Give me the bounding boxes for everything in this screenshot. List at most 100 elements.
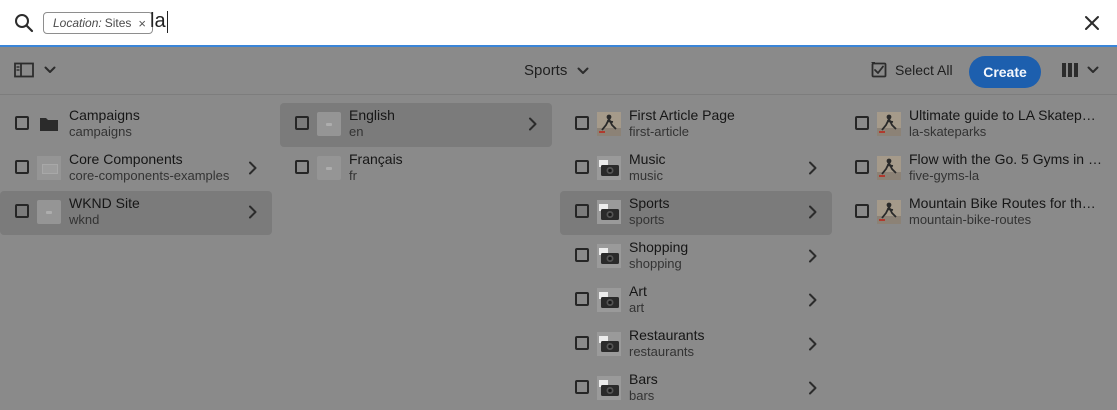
item-title: English	[349, 107, 395, 123]
column-item-bars[interactable]: Bars bars	[560, 367, 832, 410]
column-item-english[interactable]: English en	[280, 103, 552, 147]
create-button[interactable]: Create	[969, 56, 1041, 88]
item-name: campaigns	[69, 124, 132, 139]
item-title: Art	[629, 283, 647, 299]
column-item-five-gyms-la[interactable]: Flow with the Go. 5 Gyms in LA. five-gym…	[840, 147, 1112, 191]
page-thumbnail	[37, 200, 61, 224]
select-all-icon	[871, 62, 887, 78]
item-title: Restaurants	[629, 327, 705, 343]
item-checkbox[interactable]	[575, 116, 589, 130]
chevron-down-icon	[44, 66, 56, 73]
item-checkbox[interactable]	[575, 248, 589, 262]
camera-thumbnail	[597, 156, 621, 180]
column-1: Campaigns campaigns Core Components core…	[0, 103, 272, 235]
item-checkbox[interactable]	[855, 160, 869, 174]
item-checkbox[interactable]	[15, 204, 29, 218]
item-name: fr	[349, 168, 357, 183]
camera-thumbnail	[597, 376, 621, 400]
column-item-mountain-bike-routes[interactable]: Mountain Bike Routes for the ... mountai…	[840, 191, 1112, 235]
camera-thumbnail	[597, 288, 621, 312]
item-title: Core Components	[69, 151, 183, 167]
item-title: Shopping	[629, 239, 689, 255]
chevron-down-icon	[577, 67, 589, 74]
item-title: Mountain Bike Routes for the ...	[909, 195, 1103, 211]
page-thumbnail	[317, 156, 341, 180]
column-item-campaigns[interactable]: Campaigns campaigns	[0, 103, 272, 147]
column-3: First Article Page first-article Music m…	[560, 103, 832, 410]
item-checkbox[interactable]	[855, 116, 869, 130]
column-item-restaurants[interactable]: Restaurants restaurants	[560, 323, 832, 367]
tag-value: Sites	[104, 16, 132, 30]
item-title: Ultimate guide to LA Skateparks.	[909, 107, 1103, 123]
item-title: WKND Site	[69, 195, 140, 211]
camera-thumbnail	[597, 200, 621, 224]
column-item-art[interactable]: Art art	[560, 279, 832, 323]
column-4: Ultimate guide to LA Skateparks. la-skat…	[840, 103, 1112, 235]
item-title: Bars	[629, 371, 658, 387]
item-name: wknd	[69, 212, 100, 227]
item-checkbox[interactable]	[295, 116, 309, 130]
item-name: five-gyms-la	[909, 168, 980, 183]
item-name: en	[349, 124, 364, 139]
item-name: restaurants	[629, 344, 695, 359]
breadcrumb-title: Sports	[524, 62, 568, 79]
column-item-core-components[interactable]: Core Components core-components-examples	[0, 147, 272, 191]
camera-thumbnail	[597, 244, 621, 268]
page-thumbnail	[317, 112, 341, 136]
item-title: First Article Page	[629, 107, 735, 123]
column-view-icon	[1062, 63, 1078, 77]
column-item-first-article[interactable]: First Article Page first-article	[560, 103, 832, 147]
item-title: Flow with the Go. 5 Gyms in LA.	[909, 151, 1103, 167]
view-switcher-button[interactable]	[1061, 62, 1099, 78]
item-checkbox[interactable]	[295, 160, 309, 174]
select-all-label: Select All	[895, 62, 953, 78]
item-name: shopping	[629, 256, 682, 271]
item-name: mountain-bike-routes	[909, 212, 1032, 227]
item-name: core-components-examples	[69, 168, 230, 183]
skater-thumbnail	[877, 200, 901, 224]
item-title: Music	[629, 151, 666, 167]
item-checkbox[interactable]	[575, 336, 589, 350]
folder-icon	[40, 118, 58, 131]
rail-toggle-button[interactable]	[14, 62, 56, 78]
chevron-right-icon	[809, 161, 817, 175]
item-name: first-article	[629, 124, 689, 139]
column-item-music[interactable]: Music music	[560, 147, 832, 191]
camera-thumbnail	[597, 332, 621, 356]
chevron-right-icon	[249, 205, 257, 219]
column-item-shopping[interactable]: Shopping shopping	[560, 235, 832, 279]
item-checkbox[interactable]	[15, 116, 29, 130]
item-checkbox[interactable]	[575, 292, 589, 306]
breadcrumb-dropdown[interactable]: Sports	[524, 62, 589, 79]
search-icon	[15, 14, 34, 33]
side-panel-icon	[14, 62, 34, 78]
chevron-down-icon	[1087, 66, 1099, 73]
column-item-sports[interactable]: Sports sports	[560, 191, 832, 235]
close-icon[interactable]	[1082, 13, 1102, 33]
select-all-button[interactable]: Select All	[871, 62, 953, 78]
skater-thumbnail	[877, 112, 901, 136]
item-title: Campaigns	[69, 107, 140, 123]
omnisearch-bar: Location: Sites × la	[0, 0, 1117, 47]
column-item-la-skateparks[interactable]: Ultimate guide to LA Skateparks. la-skat…	[840, 103, 1112, 147]
item-name: sports	[629, 212, 665, 227]
text-cursor	[166, 10, 168, 33]
location-filter-tag: Location: Sites ×	[43, 12, 153, 34]
chevron-right-icon	[809, 205, 817, 219]
toolbar: Sports Select All Create	[0, 49, 1117, 95]
item-checkbox[interactable]	[575, 204, 589, 218]
item-checkbox[interactable]	[855, 204, 869, 218]
search-input[interactable]: la	[150, 10, 168, 33]
column-item-francais[interactable]: Français fr	[280, 147, 552, 191]
item-checkbox[interactable]	[575, 160, 589, 174]
item-checkbox[interactable]	[575, 380, 589, 394]
item-checkbox[interactable]	[15, 160, 29, 174]
item-name: bars	[629, 388, 655, 403]
item-name: art	[629, 300, 645, 315]
skater-thumbnail	[597, 112, 621, 136]
remove-tag-button[interactable]: ×	[138, 16, 146, 31]
column-item-wknd-site[interactable]: WKND Site wknd	[0, 191, 272, 235]
search-query-text: la	[150, 10, 166, 32]
item-name: music	[629, 168, 663, 183]
chevron-right-icon	[249, 161, 257, 175]
